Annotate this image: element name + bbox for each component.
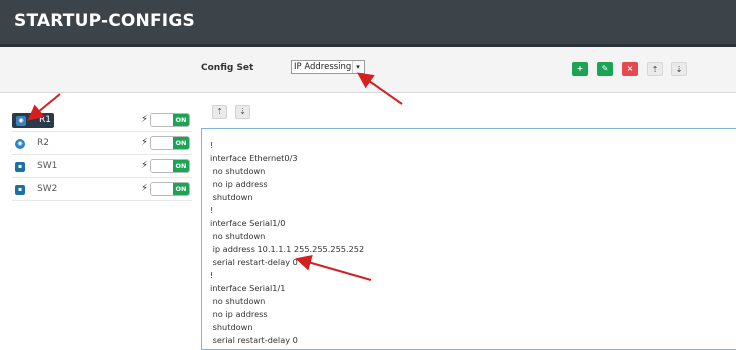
node-power-toggle[interactable]: ON [150, 182, 190, 196]
download-button[interactable]: ⇣ [235, 105, 250, 119]
config-line: ! [210, 270, 214, 280]
toggle-state: ON [173, 114, 189, 126]
router-icon: ◉ [16, 116, 26, 126]
switch-icon: ▪ [15, 185, 25, 195]
lightning-icon[interactable]: ⚡ [141, 160, 148, 171]
config-set-label: Config Set [201, 63, 254, 73]
upload-config-button[interactable]: ⇡ [647, 62, 663, 76]
edit-config-button[interactable]: ✎ [597, 62, 613, 76]
lightning-icon[interactable]: ⚡ [141, 137, 148, 148]
config-line: ! [210, 205, 214, 215]
toggle-knob [151, 160, 173, 172]
upload-button[interactable]: ⇡ [212, 105, 227, 119]
toggle-state: ON [173, 160, 189, 172]
config-line: ip address 10.1.1.1 255.255.255.252 [210, 244, 365, 254]
toggle-knob [151, 137, 173, 149]
config-editor[interactable]: ! interface Ethernet0/3 no shutdown no i… [201, 128, 736, 350]
node-name: R1 [39, 115, 51, 125]
lightning-icon[interactable]: ⚡ [141, 114, 148, 125]
config-set-select[interactable]: IP Addressing ▾ [291, 60, 365, 74]
node-row-r2[interactable]: ◉ R2 ⚡ ON [12, 133, 192, 155]
config-line: shutdown [210, 192, 253, 202]
node-power-toggle[interactable]: ON [150, 159, 190, 173]
config-line: interface Serial1/1 [210, 283, 286, 293]
download-config-button[interactable]: ⇣ [671, 62, 687, 76]
config-line: ! [210, 140, 214, 150]
config-line: no shutdown [210, 231, 266, 241]
toggle-knob [151, 183, 173, 195]
config-line: serial restart-delay 0 [210, 335, 298, 345]
node-power-toggle[interactable]: ON [150, 113, 190, 127]
add-config-button[interactable]: + [572, 62, 588, 76]
node-power-toggle[interactable]: ON [150, 136, 190, 150]
router-icon: ◉ [15, 139, 25, 149]
page-title: STARTUP-CONFIGS [14, 11, 195, 31]
config-toolbar: Config Set IP Addressing ▾ + ✎ × ⇡ ⇣ [0, 47, 736, 93]
node-name: SW1 [37, 161, 58, 171]
app-header: STARTUP-CONFIGS [0, 0, 736, 47]
config-line: shutdown [210, 322, 253, 332]
config-line: serial restart-delay 0 [210, 257, 298, 267]
config-line: interface Ethernet0/3 [210, 153, 298, 163]
toggle-state: ON [173, 137, 189, 149]
node-name: R2 [37, 138, 49, 148]
node-row-sw1[interactable]: ▪ SW1 ⚡ ON [12, 156, 192, 178]
config-line: interface Serial1/0 [210, 218, 286, 228]
node-row-r1[interactable]: ◉ R1 ⚡ ON [12, 110, 192, 132]
toggle-knob [151, 114, 173, 126]
chevron-down-icon: ▾ [352, 61, 363, 73]
config-line: no shutdown [210, 166, 266, 176]
config-set-value: IP Addressing [294, 62, 352, 72]
node-row-sw2[interactable]: ▪ SW2 ⚡ ON [12, 179, 192, 201]
config-line: no ip address [210, 309, 268, 319]
switch-icon: ▪ [15, 162, 25, 172]
node-name: SW2 [37, 184, 58, 194]
config-line: no ip address [210, 179, 268, 189]
delete-config-button[interactable]: × [622, 62, 638, 76]
lightning-icon[interactable]: ⚡ [141, 183, 148, 194]
toggle-state: ON [173, 183, 189, 195]
config-line: no shutdown [210, 296, 266, 306]
